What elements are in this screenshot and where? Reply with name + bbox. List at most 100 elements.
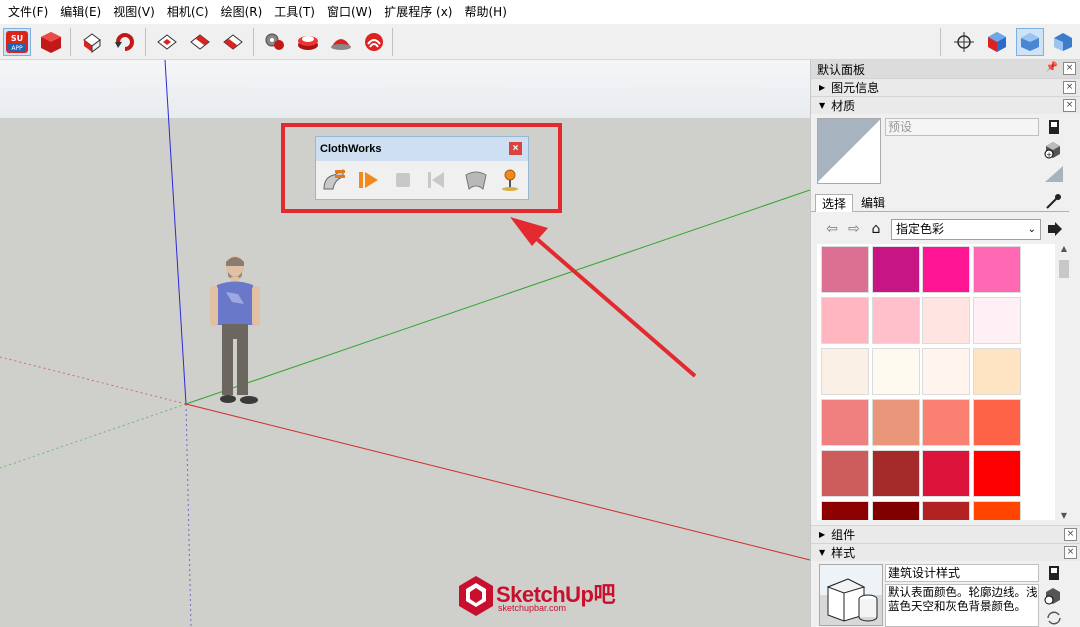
back-arrow-icon[interactable]: ⇦ [823,220,841,238]
close-materials-icon[interactable]: × [1063,99,1076,112]
color-swatch[interactable] [922,246,970,293]
color-swatch[interactable] [972,399,1021,446]
color-swatch[interactable] [922,348,970,395]
refresh-icon[interactable] [1045,610,1063,626]
entity-info-header[interactable]: ▶ 图元信息 × [811,78,1080,96]
default-material-icon[interactable] [1043,164,1065,184]
materials-header[interactable]: ▼ 材质 × [811,96,1080,114]
style-description[interactable]: 默认表面颜色。轮廓边线。浅蓝色天空和灰色背景颜色。 [885,584,1039,627]
cloth-drape-icon[interactable] [462,166,490,194]
pin-tray-icon[interactable]: 📌 [1046,62,1058,73]
color-swatch[interactable] [922,399,970,446]
color-swatch[interactable] [871,297,920,344]
close-styles-icon[interactable]: × [1064,546,1077,559]
color-swatch[interactable] [871,246,920,293]
gear-cluster-icon[interactable] [261,28,289,56]
close-tray-icon[interactable]: × [1063,62,1076,75]
material-swatches [817,244,1055,520]
view-front-icon[interactable] [1049,28,1077,56]
color-swatch[interactable] [821,348,869,395]
color-swatch[interactable] [972,450,1021,497]
xray-target-icon[interactable] [950,28,978,56]
stop-icon[interactable] [389,166,417,194]
rotate-icon[interactable] [111,28,139,56]
color-swatch[interactable] [922,450,970,497]
menu-item-7[interactable]: 扩展程序 (x) [378,0,458,24]
menu-item-5[interactable]: 工具(T) [268,0,321,24]
menu-item-1[interactable]: 编辑(E) [54,0,107,24]
pin-icon[interactable] [496,166,524,194]
face-tool-2-icon[interactable] [186,28,214,56]
color-swatch[interactable] [972,297,1021,344]
view-top-icon[interactable] [1016,28,1044,56]
color-swatch[interactable] [871,399,920,446]
menu-item-6[interactable]: 窗口(W) [321,0,378,24]
color-swatch[interactable] [922,297,970,344]
color-swatch[interactable] [871,348,920,395]
color-swatch[interactable] [821,246,869,293]
close-components-icon[interactable]: × [1064,528,1077,541]
tab-edit[interactable]: 编辑 [855,194,891,212]
face-tool-icon[interactable] [153,28,181,56]
expand-icon: ▶ [819,83,826,92]
face-tool-3-icon[interactable] [219,28,247,56]
color-swatch[interactable] [972,246,1021,293]
tab-select[interactable]: 选择 [815,194,854,212]
color-swatch[interactable] [922,501,970,520]
create-style-icon[interactable] [1045,564,1063,582]
color-swatch[interactable] [821,399,869,446]
menu-item-2[interactable]: 视图(V) [107,0,161,24]
cake-layer-icon[interactable] [294,28,322,56]
color-swatch[interactable] [821,297,869,344]
close-icon[interactable]: × [509,142,522,155]
material-category-select[interactable]: 指定色彩 ⌄ [891,219,1041,240]
scroll-down-icon[interactable]: ▼ [1057,511,1071,520]
menu-item-8[interactable]: 帮助(H) [458,0,512,24]
svg-text:SU: SU [11,34,23,43]
details-arrow-icon[interactable] [1047,221,1063,237]
sample-paint-icon[interactable]: + [1043,140,1063,160]
rewind-icon[interactable] [422,166,450,194]
home-icon[interactable]: ⌂ [867,220,885,238]
eyedropper-icon[interactable] [1043,192,1063,212]
create-material-icon[interactable] [1045,118,1063,136]
view-iso-icon[interactable] [983,28,1011,56]
clothworks-title-bar[interactable]: ClothWorks × [316,137,528,161]
collapse-icon: ▼ [819,101,826,110]
scroll-thumb[interactable] [1059,260,1069,278]
model-viewport[interactable]: ClothWorks × SketchUp吧 sketchupbar.com [0,60,810,627]
svg-text:APP: APP [11,45,23,52]
menu-item-3[interactable]: 相机(C) [161,0,215,24]
close-entity-info-icon[interactable]: × [1063,81,1076,94]
color-swatch[interactable] [871,450,920,497]
tray-title-bar[interactable]: 默认面板 📌 × [811,60,1080,78]
scale-figure[interactable] [210,256,260,404]
unwrap-icon[interactable] [78,28,106,56]
color-swatch[interactable] [972,501,1021,520]
style-name-input[interactable]: 建筑设计样式 [885,564,1039,582]
color-swatch[interactable] [972,348,1021,395]
color-swatch[interactable] [871,501,920,520]
chevron-down-icon: ⌄ [1027,224,1036,235]
forward-arrow-icon[interactable]: ⇨ [845,220,863,238]
swatch-scrollbar[interactable]: ▲ ▼ [1057,244,1071,520]
update-style-icon[interactable] [1043,586,1063,606]
color-swatch[interactable] [821,501,869,520]
watermark-url: sketchupbar.com [498,603,567,613]
suapp-icon[interactable]: SU APP [3,28,31,56]
styles-header[interactable]: ▼ 样式 × [811,543,1080,561]
material-name-input[interactable]: 预设 [885,118,1039,136]
svg-text:+: + [1046,151,1052,159]
color-swatch[interactable] [821,450,869,497]
menu-item-4[interactable]: 绘图(R) [215,0,269,24]
cloth-setup-icon[interactable] [320,166,348,194]
red-box-icon[interactable] [37,28,65,56]
play-icon[interactable] [354,166,382,194]
components-header[interactable]: ▶ 组件 × [811,525,1080,543]
scroll-up-icon[interactable]: ▲ [1057,244,1071,253]
annotation-arrow [510,217,697,378]
ribbon-icon[interactable] [360,28,388,56]
cap-icon[interactable] [327,28,355,56]
clothworks-toolbar[interactable]: ClothWorks × [315,136,529,200]
menu-item-0[interactable]: 文件(F) [2,0,54,24]
